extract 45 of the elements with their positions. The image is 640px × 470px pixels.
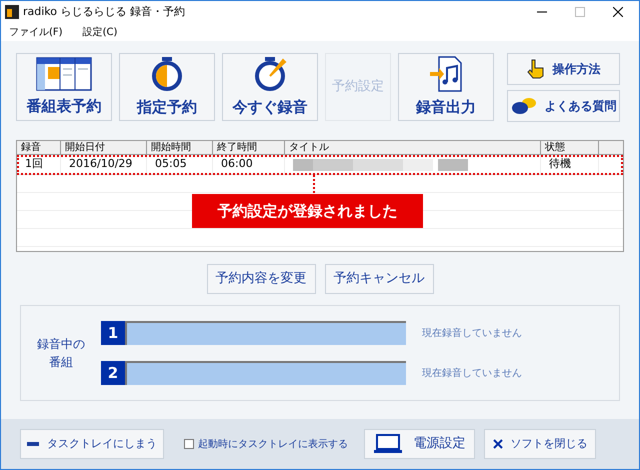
window-title: radiko らじるらじる 録音・予約 xyxy=(23,4,186,20)
help-button[interactable]: 操作方法 xyxy=(507,53,620,85)
help-button[interactable]: よくある質問 xyxy=(507,90,620,122)
close-app-button[interactable]: ソフトを閉じる xyxy=(484,429,596,459)
toolbar-button[interactable]: 今すぐ録音 xyxy=(222,53,318,121)
slot-status: 現在録音していません xyxy=(422,326,522,340)
toolbar-button[interactable]: 番組表予約 xyxy=(16,53,112,121)
slot-number: 1 xyxy=(101,321,125,345)
table-cell-text: 1回 xyxy=(25,156,43,172)
action-button[interactable]: 予約内容を変更 xyxy=(206,264,316,294)
table-cell-text: 2016/10/29 xyxy=(69,156,132,172)
menu-item[interactable]: 設定(C) xyxy=(78,24,122,40)
music-file-icon xyxy=(429,56,463,92)
stopwatch-icon xyxy=(150,56,184,92)
slot-status: 現在録音していません xyxy=(422,366,522,380)
table-cell-text: 05:05 xyxy=(155,156,187,172)
action-button[interactable]: 予約キャンセル xyxy=(324,264,434,294)
speech-bubbles-icon xyxy=(510,97,536,115)
menu-item[interactable]: ファイル(F) xyxy=(5,24,67,40)
column-header[interactable]: タイトル xyxy=(285,141,541,154)
table-cell-text: 06:00 xyxy=(221,156,253,172)
stopwatch-icon xyxy=(253,56,287,92)
column-header[interactable]: 終了時間 xyxy=(213,141,285,154)
timetable-icon xyxy=(36,56,92,91)
table-row[interactable]: 1回 2016/10/29 05:05 06:00 待機 xyxy=(17,155,623,175)
column-header[interactable]: 開始時間 xyxy=(147,141,213,154)
app-icon xyxy=(5,5,19,19)
column-header[interactable]: 録音 xyxy=(17,141,61,154)
checkbox[interactable] xyxy=(184,439,194,449)
checkbox-label: 起動時にタスクトレイに表示する xyxy=(198,438,348,452)
table-cell-text: 待機 xyxy=(549,156,571,172)
column-header[interactable]: 開始日付 xyxy=(61,141,147,154)
recording-label: 録音中の番組 xyxy=(36,336,86,371)
pointing-hand-icon xyxy=(526,59,544,79)
toolbar-button[interactable]: 指定予約 xyxy=(119,53,215,121)
toolbar-button[interactable]: 録音出力 xyxy=(398,53,494,121)
column-header[interactable]: 状態 xyxy=(541,141,599,154)
callout-banner: 予約設定が登録されました xyxy=(192,194,423,228)
minimize-icon xyxy=(27,442,39,446)
slot-number: 2 xyxy=(101,361,125,385)
laptop-icon xyxy=(374,434,402,454)
power-settings-button[interactable]: 電源設定 xyxy=(364,429,475,459)
close-icon[interactable] xyxy=(613,7,623,17)
close-icon xyxy=(492,439,502,449)
tray-button[interactable]: タスクトレイにしまう xyxy=(20,429,164,459)
